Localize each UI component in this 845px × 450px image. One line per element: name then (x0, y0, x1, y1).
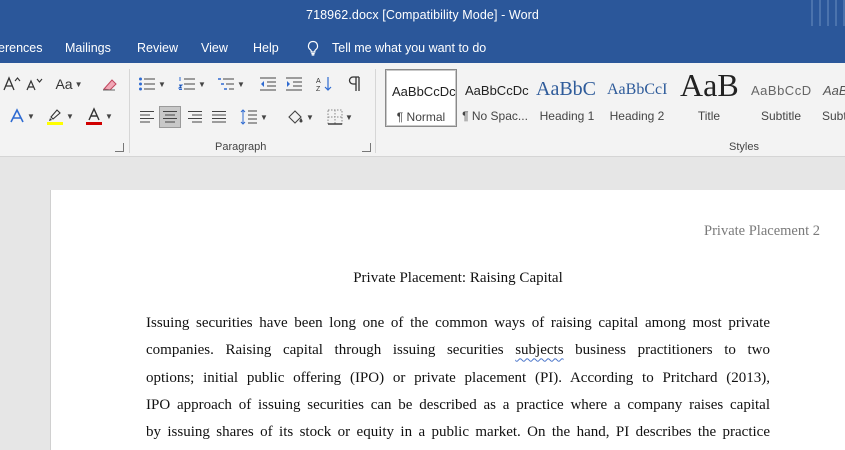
decrease-indent-icon (260, 77, 276, 91)
line-text: companies. Raising capital through issui… (146, 342, 516, 359)
paragraph-line: companies. Raising capital through issui… (146, 337, 770, 364)
clear-formatting-button[interactable] (99, 73, 121, 95)
text-effects-button[interactable]: ▼ (6, 105, 38, 127)
multilevel-list-icon (218, 78, 235, 90)
page-header[interactable]: Private Placement 2 (704, 223, 820, 240)
document-title[interactable]: Private Placement: Raising Capital (51, 270, 845, 287)
ribbon-tabs: erences Mailings Review View Help Tell m… (0, 33, 845, 63)
window-title: 718962.docx [Compatibility Mode] - Word (306, 8, 539, 22)
style-name: ¶ No Spac... (462, 109, 528, 123)
change-case-button[interactable]: Aa ▼ (53, 73, 85, 95)
numbering-button[interactable]: ▼ (175, 73, 209, 95)
grammar-flagged-word[interactable]: subjects (515, 342, 563, 358)
style-name: Title (697, 109, 721, 123)
line-spacing-icon (240, 109, 258, 125)
clear-formatting-icon (103, 79, 117, 91)
paragraph-line: options; initial public offering (IPO) o… (146, 369, 770, 386)
shrink-font-icon (26, 78, 43, 91)
style-title[interactable]: AaB Title (673, 69, 745, 127)
style-sample: AaBbCcD (751, 83, 812, 98)
style-sample: AaB (680, 69, 739, 103)
multilevel-list-button[interactable]: ▼ (216, 73, 246, 95)
tab-help[interactable]: Help (253, 41, 279, 55)
style-sample: AaBbCcI (607, 81, 668, 98)
tell-me-search[interactable]: Tell me what you want to do (306, 39, 486, 57)
grow-font-button[interactable] (2, 73, 22, 95)
sort-icon: AZ (316, 77, 332, 93)
align-right-icon (188, 110, 202, 123)
tab-references[interactable]: erences (0, 41, 42, 55)
tab-review[interactable]: Review (137, 41, 178, 55)
grow-font-icon (3, 76, 21, 91)
justify-icon (212, 110, 226, 123)
font-dialog-launcher[interactable] (115, 143, 124, 152)
style-name: ¶ Normal (396, 110, 446, 124)
paint-bucket-icon (288, 110, 303, 124)
justify-button[interactable] (208, 106, 230, 128)
style-subtitle[interactable]: AaBbCcD Subtitle (745, 69, 817, 127)
bullets-icon (139, 77, 156, 91)
change-case-label: Aa (55, 76, 73, 92)
align-center-button[interactable] (159, 106, 181, 128)
group-separator (375, 69, 376, 153)
line-text: business practitioners to two (563, 342, 770, 359)
decrease-indent-button[interactable] (256, 73, 280, 95)
shading-button[interactable]: ▼ (283, 106, 317, 128)
tab-mailings[interactable]: Mailings (65, 41, 111, 55)
body-paragraph[interactable]: Issuing securities have been long one of… (146, 310, 770, 446)
align-left-icon (140, 110, 154, 123)
paragraph-line: Issuing securities have been long one of… (146, 315, 770, 331)
document-area[interactable]: Private Placement 2 Private Placement: R… (0, 157, 845, 450)
pilcrow-icon (348, 76, 360, 91)
increase-indent-icon (286, 77, 302, 91)
align-right-button[interactable] (184, 106, 206, 128)
style-sample: AaBbC (536, 78, 596, 100)
paragraph-line: IPO approach of issuing securities can b… (146, 396, 770, 413)
lightbulb-icon (307, 40, 319, 56)
paragraph-group-label: Paragraph (215, 141, 267, 153)
text-effects-icon (10, 108, 24, 123)
style-heading-2[interactable]: AaBbCcI Heading 2 (601, 69, 673, 127)
font-color-button[interactable]: ▼ (83, 105, 115, 127)
style-name: Subtl (822, 109, 845, 123)
style-subtle-emphasis[interactable]: AaBl Subtl (817, 69, 845, 127)
line-spacing-button[interactable]: ▼ (238, 106, 270, 128)
style-sample: AaBbCcDc (465, 83, 529, 98)
window-decoration (809, 0, 845, 33)
highlighter-icon (47, 109, 64, 125)
document-page[interactable]: Private Placement 2 Private Placement: R… (50, 190, 845, 450)
sort-button[interactable]: AZ (313, 73, 335, 95)
font-color-icon (86, 107, 103, 125)
styles-group-label: Styles (729, 141, 759, 153)
borders-button[interactable]: ▼ (323, 106, 357, 128)
paragraph-dialog-launcher[interactable] (362, 143, 371, 152)
group-separator (129, 69, 130, 153)
style-name: Subtitle (760, 109, 802, 123)
style-no-spacing[interactable]: AaBbCcDc ¶ No Spac... (459, 69, 531, 127)
title-bar: 718962.docx [Compatibility Mode] - Word (0, 0, 845, 33)
style-heading-1[interactable]: AaBbC Heading 1 (531, 69, 603, 127)
style-name: Heading 1 (539, 109, 595, 123)
styles-gallery: AaBbCcDc ¶ Normal AaBbCcDc ¶ No Spac... … (383, 69, 845, 129)
style-sample: AaBl (823, 83, 845, 98)
align-center-icon (163, 110, 177, 123)
align-left-button[interactable] (136, 106, 158, 128)
style-name: Heading 2 (609, 109, 665, 123)
show-formatting-marks-button[interactable] (343, 73, 365, 95)
highlight-color-button[interactable]: ▼ (44, 105, 76, 127)
bullets-button[interactable]: ▼ (136, 73, 168, 95)
shrink-font-button[interactable] (24, 73, 44, 95)
svg-text:A: A (316, 78, 321, 85)
tab-view[interactable]: View (201, 41, 228, 55)
increase-indent-button[interactable] (282, 73, 306, 95)
style-normal[interactable]: AaBbCcDc ¶ Normal (385, 69, 457, 127)
svg-text:Z: Z (316, 86, 321, 93)
tell-me-label: Tell me what you want to do (332, 41, 487, 55)
style-sample: AaBbCcDc (392, 84, 456, 99)
borders-icon (327, 109, 343, 125)
numbering-icon (178, 77, 196, 90)
paragraph-line: by issuing shares of its stock or equity… (146, 424, 770, 441)
